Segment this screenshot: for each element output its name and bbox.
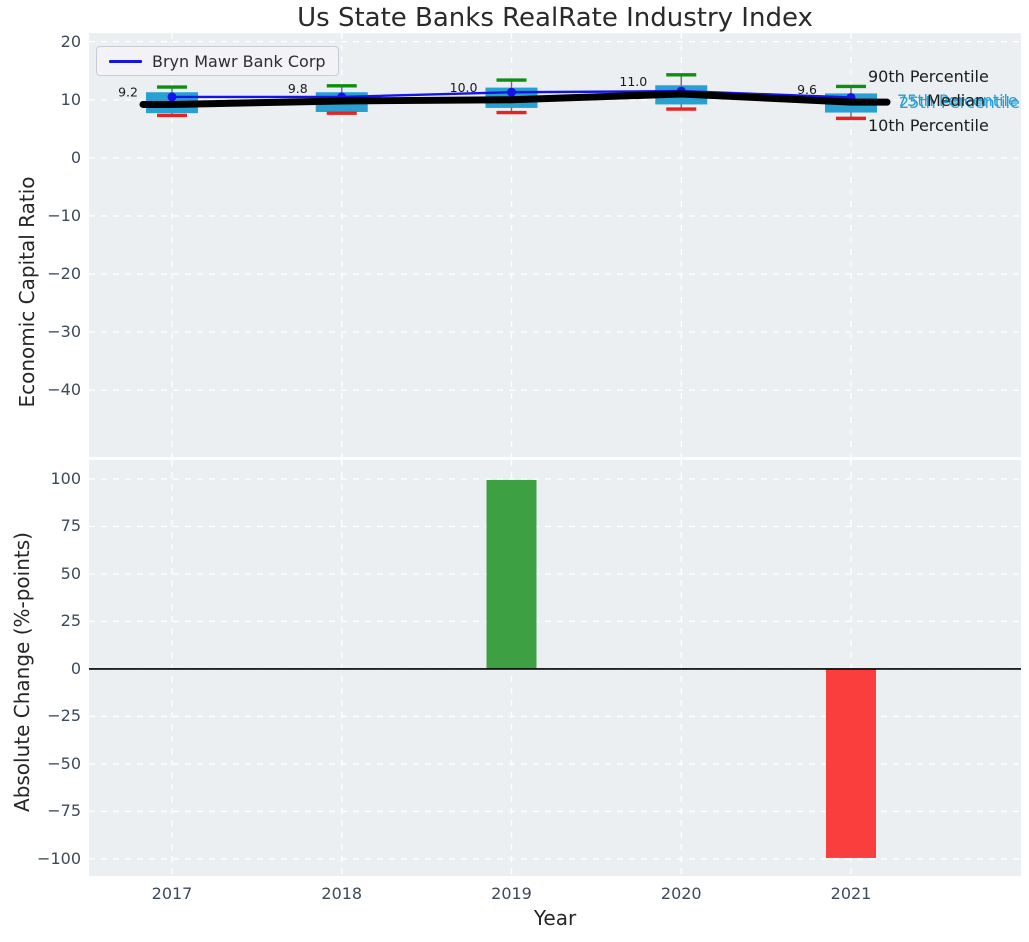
annotation-10th-percentile: 10th Percentile: [868, 116, 989, 135]
legend-box: Bryn Mawr Bank Corp: [96, 46, 339, 76]
bottom-ytick-25: 25: [0, 611, 81, 631]
bar-2021: [826, 669, 876, 858]
median-value-label: 10.0: [450, 80, 478, 95]
company-point-2019: [507, 88, 516, 97]
bottom-ytick--25: −25: [0, 706, 81, 726]
xtick-2017: 2017: [132, 884, 212, 904]
figure-canvas: Us State Banks RealRate Industry Index E…: [0, 0, 1029, 942]
top-ytick--10: −10: [0, 206, 81, 226]
bottom-ytick--100: −100: [0, 849, 81, 869]
legend-line-sample: [109, 60, 142, 63]
median-value-label: 9.2: [118, 84, 138, 99]
xtick-2018: 2018: [302, 884, 382, 904]
top-ytick--40: −40: [0, 380, 81, 400]
xtick-2019: 2019: [472, 884, 552, 904]
median-value-label: 9.6: [797, 82, 817, 97]
bottom-ytick-75: 75: [0, 516, 81, 536]
bottom-ytick--75: −75: [0, 801, 81, 821]
top-ytick--30: −30: [0, 322, 81, 342]
bottom-ytick--50: −50: [0, 754, 81, 774]
bottom-ytick-100: 100: [0, 469, 81, 489]
median-value-label: 9.8: [288, 81, 308, 96]
bottom-axes-background: [89, 460, 1021, 876]
top-ytick--20: −20: [0, 264, 81, 284]
xtick-2020: 2020: [641, 884, 721, 904]
bar-2019: [487, 480, 537, 669]
company-point-2017: [168, 92, 177, 101]
bottom-ytick-50: 50: [0, 564, 81, 584]
xtick-2021: 2021: [811, 884, 891, 904]
top-ytick-0: 0: [0, 148, 81, 168]
top-axes: 9.2 9.8 10.0 11.0 9.6: [89, 33, 1021, 457]
chart-title: Us State Banks RealRate Industry Index: [89, 2, 1021, 34]
top-ytick-20: 20: [0, 32, 81, 52]
top-ytick-10: 10: [0, 90, 81, 110]
annotation-median: Median: [927, 91, 985, 110]
median-value-label: 11.0: [619, 74, 647, 89]
bottom-axes: [89, 460, 1021, 876]
legend-label: Bryn Mawr Bank Corp: [152, 52, 326, 71]
bottom-ytick-0: 0: [0, 659, 81, 679]
annotation-90th-percentile: 90th Percentile: [868, 67, 989, 86]
x-axis-label: Year: [455, 906, 655, 930]
